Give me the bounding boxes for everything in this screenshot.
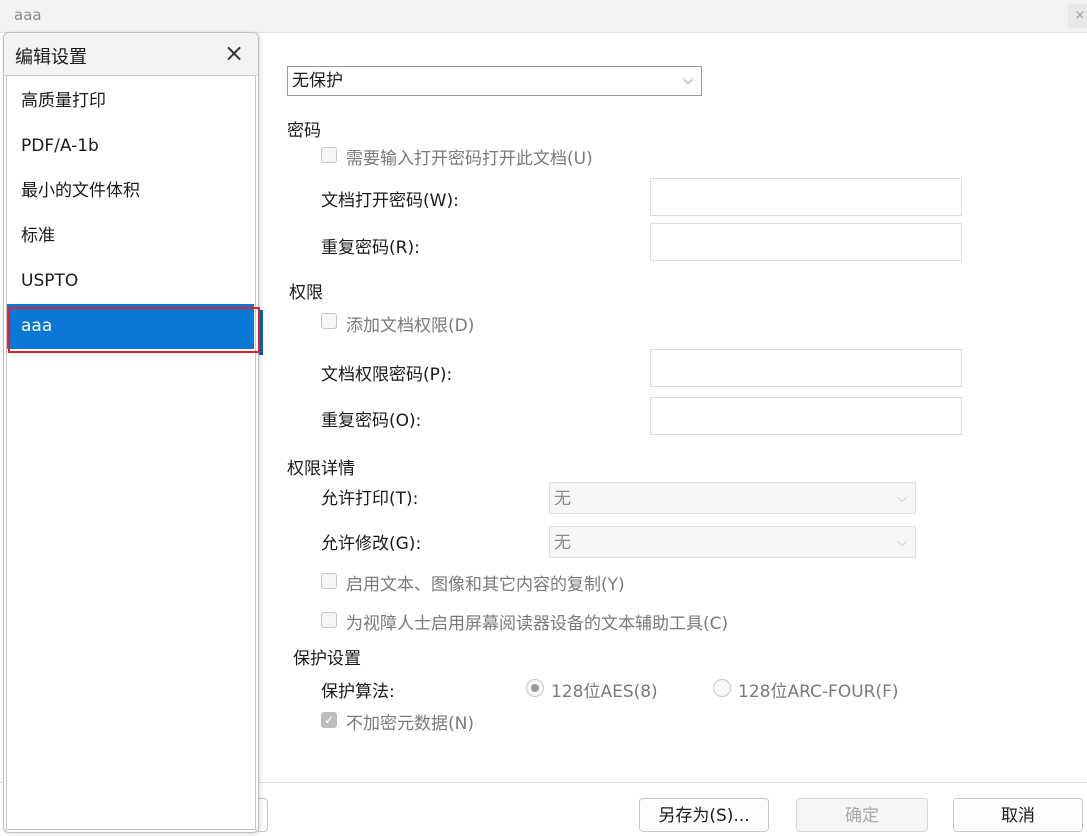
allow-modify-select[interactable]: 无 ⌵ xyxy=(549,526,916,558)
allow-print-value: 无 xyxy=(554,489,571,509)
chevron-down-icon: ⌵ xyxy=(897,491,907,506)
add-permissions-checkbox[interactable] xyxy=(321,313,337,329)
algorithm-label: 保护算法: xyxy=(321,682,395,702)
repeat-permission-password-input[interactable] xyxy=(650,397,962,435)
popup-title: 编辑设置 xyxy=(15,47,87,68)
hidden-button-edge xyxy=(258,798,268,832)
arcfour-radio[interactable] xyxy=(713,679,731,697)
no-encrypt-metadata-checkbox[interactable]: ✓ xyxy=(321,712,337,728)
title-bar: aaa × xyxy=(0,0,1087,33)
password-section-heading: 密码 xyxy=(287,121,321,141)
enable-accessibility-label: 为视障人士启用屏幕阅读器设备的文本辅助工具(C) xyxy=(346,614,729,634)
save-as-button[interactable]: 另存为(S)... xyxy=(639,798,769,832)
allow-print-select[interactable]: 无 ⌵ xyxy=(549,482,916,514)
permission-details-heading: 权限详情 xyxy=(287,459,355,479)
window-close-icon[interactable]: × xyxy=(1068,4,1087,28)
repeat-open-password-label: 重复密码(R): xyxy=(321,238,420,258)
chevron-down-icon: ⌵ xyxy=(897,535,907,550)
repeat-open-password-input[interactable] xyxy=(650,223,962,261)
permission-password-label: 文档权限密码(P): xyxy=(321,365,453,385)
ok-button[interactable]: 确定 xyxy=(796,798,928,832)
open-password-input[interactable] xyxy=(650,178,962,216)
repeat-permission-password-label: 重复密码(O): xyxy=(321,411,422,431)
preset-item-pdfa[interactable]: PDF/A-1b xyxy=(7,124,254,169)
preset-item-standard[interactable]: 标准 xyxy=(7,214,254,259)
enable-copy-checkbox[interactable] xyxy=(321,573,337,589)
enable-copy-label: 启用文本、图像和其它内容的复制(Y) xyxy=(346,575,625,595)
open-password-label: 文档打开密码(W): xyxy=(321,191,459,211)
add-permissions-label: 添加文档权限(D) xyxy=(346,316,475,336)
allow-modify-label: 允许修改(G): xyxy=(321,534,422,554)
no-encrypt-metadata-label: 不加密元数据(N) xyxy=(346,714,474,734)
require-open-password-checkbox[interactable] xyxy=(321,147,337,163)
protection-settings-heading: 保护设置 xyxy=(293,649,361,669)
protection-mode-select[interactable]: 无保护 ⌵ xyxy=(287,66,702,96)
preset-item-smallest[interactable]: 最小的文件体积 xyxy=(7,169,254,214)
aes-radio-label: 128位AES(8) xyxy=(551,682,658,702)
enable-accessibility-checkbox[interactable] xyxy=(321,612,337,628)
arcfour-radio-label: 128位ARC-FOUR(F) xyxy=(738,682,899,702)
close-icon[interactable]: × xyxy=(224,39,244,67)
preset-item-uspto[interactable]: USPTO xyxy=(7,259,254,304)
cancel-button[interactable]: 取消 xyxy=(953,798,1083,832)
permission-password-input[interactable] xyxy=(650,349,962,387)
aes-radio[interactable] xyxy=(526,679,544,697)
chevron-down-icon: ⌵ xyxy=(683,73,693,88)
require-open-password-label: 需要输入打开密码打开此文档(U) xyxy=(346,149,593,169)
permissions-section-heading: 权限 xyxy=(289,283,323,303)
protection-mode-value: 无保护 xyxy=(292,71,343,91)
red-highlight-box xyxy=(8,307,260,353)
popup-header: 编辑设置 × xyxy=(4,33,258,76)
preset-item-high-quality[interactable]: 高质量打印 xyxy=(7,79,254,124)
edit-settings-popup: 编辑设置 × 高质量打印 PDF/A-1b 最小的文件体积 标准 USPTO a… xyxy=(3,32,259,833)
window-title: aaa xyxy=(14,6,42,24)
allow-modify-value: 无 xyxy=(554,533,571,553)
allow-print-label: 允许打印(T): xyxy=(321,489,419,509)
